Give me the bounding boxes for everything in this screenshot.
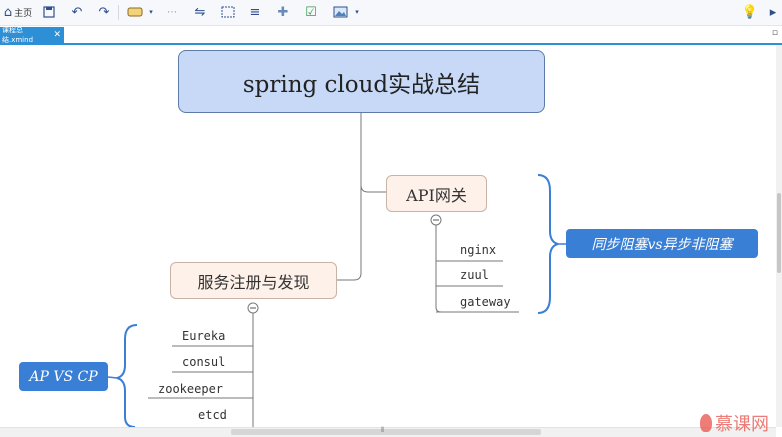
home-icon: ⌂ [3, 4, 13, 20]
mindmap-canvas[interactable]: spring cloud实战总结 API网关 服务注册与发现 nginx zuu… [0, 45, 776, 427]
vertical-scroll-thumb[interactable] [777, 193, 781, 273]
present-icon: ▸ [769, 4, 777, 20]
subtopic-nginx[interactable]: nginx [460, 243, 496, 257]
idea-button[interactable]: 💡 [741, 2, 759, 22]
grip-icon: ⦀ [381, 426, 385, 434]
subtopic-gateway[interactable]: gateway [460, 295, 511, 309]
image-dropdown[interactable]: ▾ [352, 2, 362, 22]
task-button[interactable]: ☑ [302, 2, 320, 22]
horizontal-scroll-thumb[interactable]: ⦀ [231, 426, 541, 435]
lightbulb-icon: 💡 [741, 4, 759, 20]
home-button[interactable]: ⌂ 主页 [3, 2, 33, 22]
watermark-logo: 慕课网 [700, 410, 769, 436]
comment-icon: ⋯ [167, 6, 177, 18]
dropdown-icon: ▾ [149, 8, 153, 16]
close-icon[interactable]: ✕ [53, 30, 61, 40]
editor-tab-bar: 课程总结.xmind ✕ ▫ [0, 26, 782, 45]
toolbar: ⌂ 主页 ↶ ↷ ▾ ⋯ ⇋ ≡ ✚ ☑ ▾ 💡 ▸ [0, 0, 782, 26]
dropdown-icon: ▾ [355, 8, 359, 16]
watermark-text: 慕课网 [715, 414, 769, 435]
marker-icon: ✚ [277, 4, 289, 20]
topic-api-gateway[interactable]: API网关 [386, 175, 487, 212]
relationship-button[interactable]: ⇋ [191, 2, 209, 22]
topic-dropdown[interactable]: ▾ [146, 2, 156, 22]
save-button[interactable] [40, 2, 58, 22]
task-icon: ☑ [305, 4, 317, 20]
vertical-scrollbar[interactable] [776, 45, 782, 427]
home-label: 主页 [14, 8, 33, 19]
subtopic-etcd[interactable]: etcd [198, 408, 227, 422]
subtopic-zuul[interactable]: zuul [460, 268, 489, 282]
insert-topic-button[interactable] [125, 2, 145, 22]
subtopic-eureka[interactable]: Eureka [182, 329, 225, 343]
marker-button[interactable]: ✚ [274, 2, 292, 22]
toolbar-separator [118, 5, 119, 20]
summary-icon: ≡ [249, 4, 261, 20]
callout-ap-vs-cp[interactable]: AP VS CP [19, 362, 108, 391]
subtopic-consul[interactable]: consul [182, 355, 225, 369]
undo-icon: ↶ [71, 4, 83, 20]
undo-button[interactable]: ↶ [68, 2, 86, 22]
boundary-icon [221, 6, 235, 18]
redo-icon: ↷ [98, 4, 110, 20]
flame-icon [700, 414, 712, 432]
tab-title: 课程总结.xmind [2, 26, 34, 44]
maximize-icon[interactable]: ▫ [772, 28, 778, 38]
save-icon [43, 6, 55, 18]
subtopic-zookeeper[interactable]: zookeeper [158, 382, 223, 396]
image-icon [333, 6, 347, 18]
redo-button[interactable]: ↷ [95, 2, 113, 22]
relationship-icon: ⇋ [194, 4, 206, 20]
callout-sync-async[interactable]: 同步阻塞vs异步非阻塞 [566, 229, 758, 258]
present-button[interactable]: ▸ [766, 2, 780, 22]
comment-button[interactable]: ⋯ [163, 2, 181, 22]
topic-icon [127, 7, 143, 17]
topic-service-discovery[interactable]: 服务注册与发现 [170, 262, 337, 299]
boundary-button[interactable] [219, 2, 237, 22]
tab-course-summary[interactable]: 课程总结.xmind ✕ [0, 26, 64, 44]
insert-image-button[interactable] [330, 2, 350, 22]
summary-button[interactable]: ≡ [246, 2, 264, 22]
central-topic[interactable]: spring cloud实战总结 [178, 50, 545, 113]
